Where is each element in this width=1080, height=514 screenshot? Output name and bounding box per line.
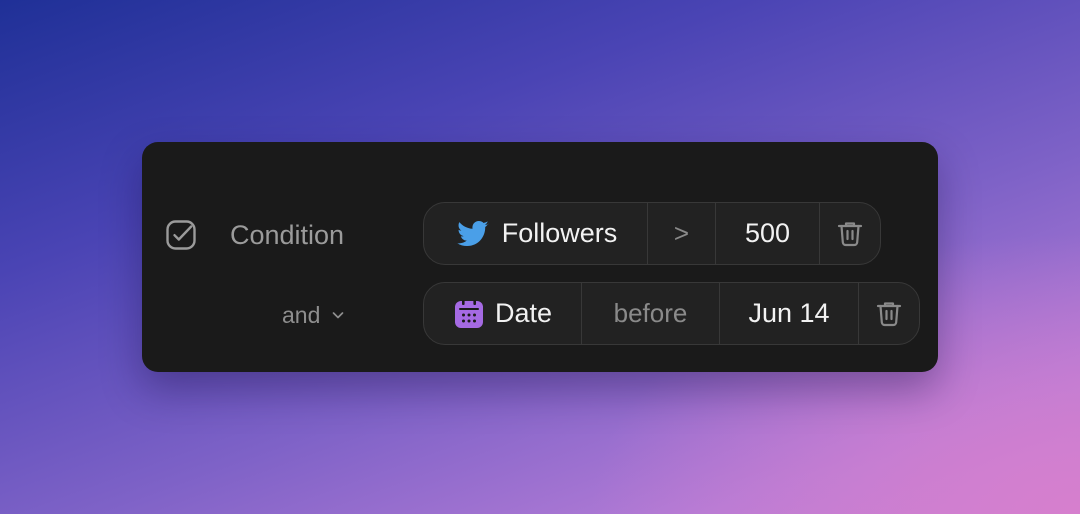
value-input[interactable]: 500 [716,203,820,264]
condition-label: Condition [230,220,345,250]
rule-row-date: Date before Jun 14 [423,282,920,345]
connector-select[interactable]: and [282,299,346,331]
delete-rule-button[interactable] [859,283,919,344]
value-input[interactable]: Jun 14 [720,283,859,344]
rule-row-followers: Followers > 500 [423,202,881,265]
value-text: Jun 14 [748,298,830,328]
checkbox-check-icon[interactable] [165,219,197,251]
delete-rule-button[interactable] [820,203,880,264]
condition-card: Condition and Followers > 500 Date befor… [142,142,938,372]
twitter-bird-icon [457,220,489,246]
field-label: Date [494,298,553,328]
field-select[interactable]: Followers [424,203,648,264]
operator-label: before [613,298,688,328]
value-text: 500 [744,218,791,248]
operator-label: > [673,218,690,248]
chevron-down-icon [333,312,344,319]
operator-select[interactable]: > [648,203,716,264]
operator-select[interactable]: before [582,283,720,344]
field-select[interactable]: Date [424,283,582,344]
connector-label: and [282,301,321,328]
trash-icon [837,221,863,246]
field-label: Followers [501,218,618,248]
trash-icon [876,301,902,326]
calendar-icon [454,299,483,328]
